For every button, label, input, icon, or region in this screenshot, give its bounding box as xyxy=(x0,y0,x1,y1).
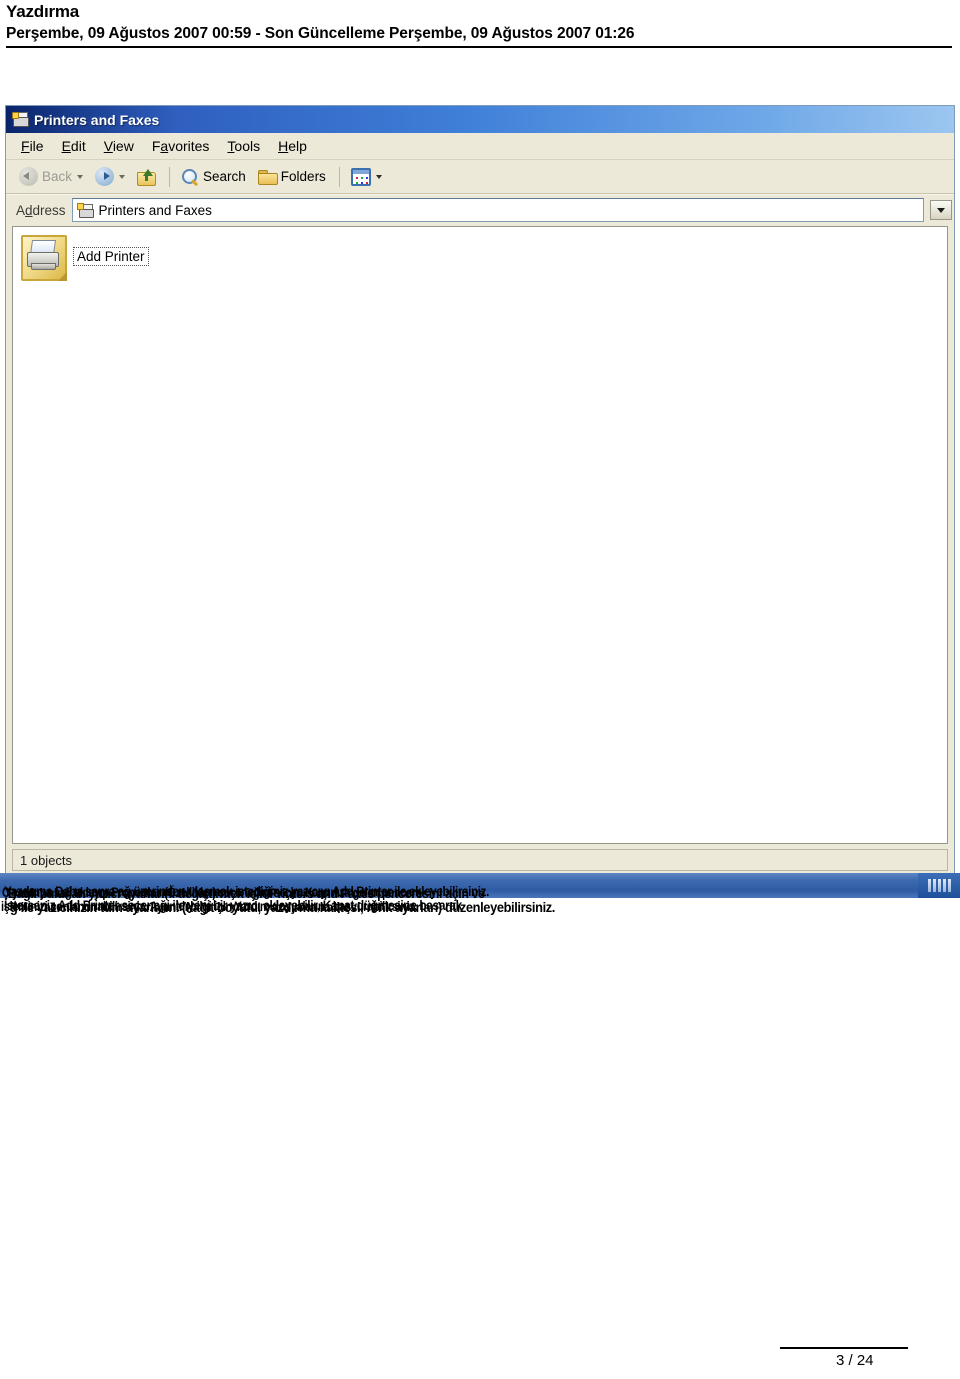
statusbar: 1 objects xyxy=(12,849,948,871)
page-subtitle: Perşembe, 09 Ağustos 2007 00:59 - Son Gü… xyxy=(6,25,635,42)
window-titlebar: Printers and Faxes xyxy=(6,106,954,133)
menubar: File Edit View Favorites Tools Help xyxy=(6,133,954,160)
forward-history-caret-icon[interactable] xyxy=(119,174,126,179)
addressbar: Address Printers and Faxes xyxy=(6,194,954,225)
page-title: Yazdırma xyxy=(6,2,80,21)
back-arrow-icon xyxy=(19,167,38,186)
up-button[interactable] xyxy=(132,164,161,190)
views-caret-icon[interactable] xyxy=(375,174,382,179)
menu-file[interactable]: File xyxy=(16,136,57,156)
address-value: Printers and Faxes xyxy=(98,202,212,218)
back-button[interactable]: Back xyxy=(14,164,88,190)
printers-and-faxes-window: Printers and Faxes File Edit View Favori… xyxy=(5,105,955,875)
views-button[interactable] xyxy=(346,164,387,190)
chevron-down-icon xyxy=(937,207,945,213)
address-input[interactable]: Printers and Faxes xyxy=(71,198,924,222)
forward-button[interactable] xyxy=(90,164,130,190)
caption-overlapping-text: Yazdırma Daha sonra ağ üzerinden ulaşmak… xyxy=(0,884,960,930)
add-printer-label: Add Printer xyxy=(73,246,149,266)
search-button[interactable]: Search xyxy=(176,164,251,190)
menu-help[interactable]: Help xyxy=(273,136,320,156)
printers-and-faxes-icon xyxy=(11,111,29,128)
window-title: Printers and Faxes xyxy=(34,111,160,128)
footer-divider xyxy=(780,1347,908,1349)
folders-button[interactable]: Folders xyxy=(253,164,331,190)
menu-edit[interactable]: Edit xyxy=(57,136,99,156)
menu-view[interactable]: View xyxy=(99,136,147,156)
page-number: 3 / 24 xyxy=(836,1352,874,1369)
back-history-caret-icon[interactable] xyxy=(77,174,84,179)
toolbar: Back Search Folders xyxy=(6,160,954,194)
caption-line: işleminizi sonlandırabilirsiniz. Ayrıntı… xyxy=(1,899,418,914)
views-grid-icon xyxy=(350,167,371,186)
menu-favorites[interactable]: Favorites xyxy=(147,136,223,156)
header-divider xyxy=(6,46,952,48)
toolbar-separator-2 xyxy=(338,166,340,187)
toolbar-separator xyxy=(169,166,171,187)
document-header: Yazdırma Perşembe, 09 Ağustos 2007 00:59… xyxy=(6,2,954,44)
list-item-add-printer[interactable]: Add Printer xyxy=(19,233,177,281)
address-label: Address xyxy=(16,202,66,218)
add-printer-wizard-icon xyxy=(19,233,67,281)
address-dropdown-button[interactable] xyxy=(930,200,952,220)
search-icon xyxy=(181,168,199,186)
menu-tools[interactable]: Tools xyxy=(222,136,273,156)
forward-arrow-icon xyxy=(95,167,115,186)
address-printers-icon xyxy=(76,202,94,218)
content-pane[interactable]: Add Printer xyxy=(12,226,948,844)
up-folder-icon xyxy=(137,168,157,186)
status-object-count: 1 objects xyxy=(20,852,73,868)
folder-icon xyxy=(257,169,278,185)
